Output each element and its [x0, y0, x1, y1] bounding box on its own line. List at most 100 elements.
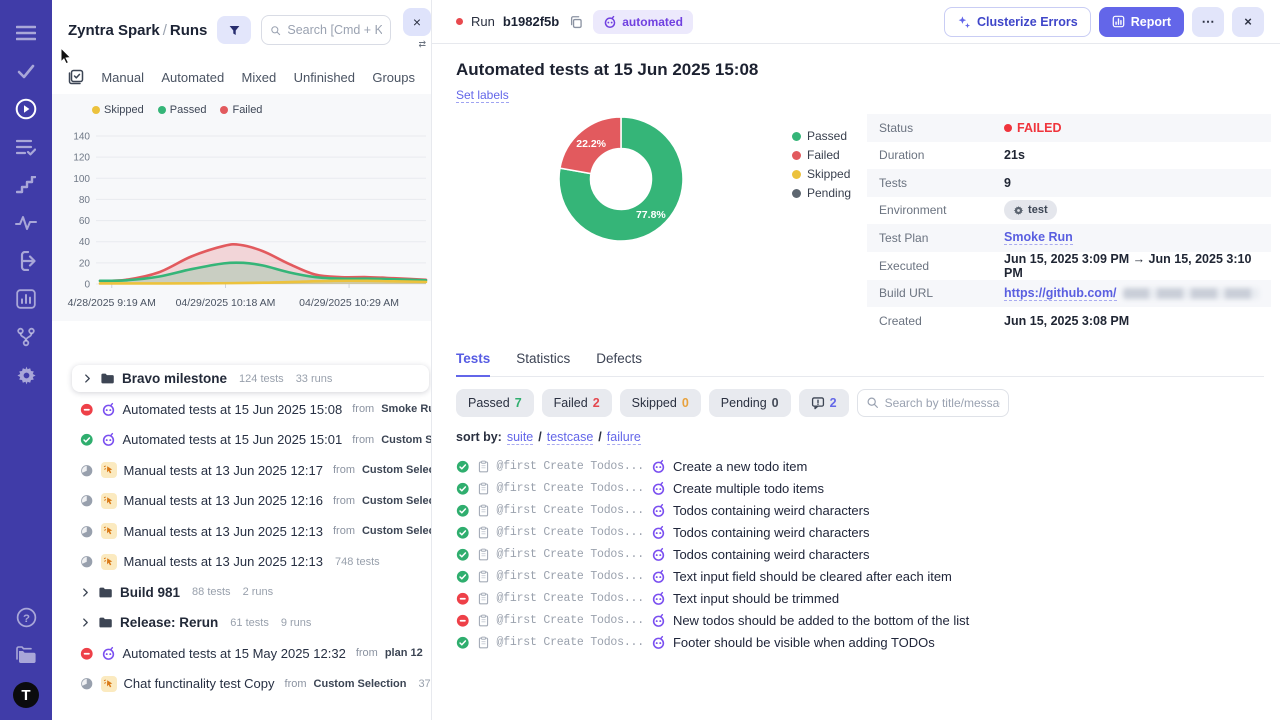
- donut-legend-failed[interactable]: Failed: [792, 147, 851, 163]
- test-row[interactable]: @first Create Todos...Text input should …: [456, 588, 1264, 610]
- panel-resize-handle[interactable]: ⇄: [418, 39, 426, 50]
- run-row[interactable]: Manual tests at 13 Jun 2025 12:17fromCus…: [52, 455, 431, 486]
- test-suite: @first Create Todos...: [497, 570, 644, 583]
- result-donut-chart: 77.8%22.2%: [556, 114, 686, 244]
- gear-icon[interactable]: [14, 363, 38, 387]
- donut-legend-passed[interactable]: Passed: [792, 128, 851, 144]
- filter-chip-comments[interactable]: 2: [799, 389, 849, 417]
- check-icon[interactable]: [14, 59, 38, 83]
- legend-item-skipped[interactable]: Skipped: [92, 104, 144, 116]
- donut-slice-label: 22.2%: [576, 138, 606, 150]
- copy-run-id-button[interactable]: [567, 13, 585, 31]
- legend-dot: [792, 151, 801, 160]
- status-value: FAILED: [1004, 121, 1061, 135]
- clipboard-icon: [477, 592, 490, 605]
- run-row[interactable]: Automated tests at 15 May 2025 12:32from…: [52, 638, 431, 669]
- more-button[interactable]: ⋯: [1192, 7, 1224, 37]
- clipboard-icon: [477, 614, 490, 627]
- test-suite: @first Create Todos...: [497, 482, 644, 495]
- list-check-icon[interactable]: [14, 135, 38, 159]
- play-circle-icon[interactable]: [14, 97, 38, 121]
- tab-statistics[interactable]: Statistics: [516, 351, 570, 376]
- test-plan-link[interactable]: Smoke Run: [1004, 230, 1073, 245]
- robot-icon: [651, 481, 666, 496]
- menu-icon[interactable]: [14, 21, 38, 45]
- clusterize-errors-button[interactable]: Clusterize Errors: [944, 7, 1091, 37]
- run-detail-header: Run b1982f5b automated Clusterize Errors…: [432, 0, 1280, 44]
- legend-dot: [220, 106, 228, 114]
- detail-label: Created: [879, 314, 1004, 328]
- runs-tab-mixed[interactable]: Mixed: [242, 70, 277, 85]
- test-row[interactable]: @first Create Todos...Todos containing w…: [456, 522, 1264, 544]
- test-row[interactable]: @first Create Todos...Footer should be v…: [456, 632, 1264, 654]
- close-run-button[interactable]: ×: [1232, 7, 1264, 37]
- from-source: Custom Selection: [362, 495, 431, 507]
- filter-chip-pending[interactable]: Pending0: [709, 389, 791, 417]
- tab-tests[interactable]: Tests: [456, 351, 490, 377]
- select-all-icon[interactable]: [68, 69, 84, 85]
- sort-by-label: sort by:: [456, 430, 502, 444]
- run-row[interactable]: Automated tests at 15 Jun 2025 15:08from…: [52, 394, 431, 425]
- legend-label: Failed: [807, 148, 840, 162]
- test-row[interactable]: @first Create Todos...Text input field s…: [456, 566, 1264, 588]
- chip-count: 0: [682, 396, 689, 410]
- runs-tab-manual[interactable]: Manual: [101, 70, 144, 85]
- test-row[interactable]: @first Create Todos...Create a new todo …: [456, 456, 1264, 478]
- chevron-right-icon[interactable]: [82, 373, 93, 384]
- svg-text:04/29/2025 10:18 AM: 04/29/2025 10:18 AM: [176, 297, 276, 309]
- legend-dot: [92, 106, 100, 114]
- set-labels-link[interactable]: Set labels: [456, 88, 509, 103]
- build-url-link[interactable]: https://github.com/: [1004, 286, 1116, 301]
- sort-by-suite[interactable]: suite: [507, 430, 533, 445]
- test-suite: @first Create Todos...: [497, 460, 644, 473]
- panel-close-button[interactable]: ×: [403, 8, 431, 36]
- sort-by-failure[interactable]: failure: [607, 430, 641, 445]
- from-label: from: [352, 434, 374, 446]
- logo-t[interactable]: T: [13, 682, 39, 708]
- bar-chart-icon[interactable]: [14, 287, 38, 311]
- run-label: Run: [471, 14, 495, 29]
- pulse-icon[interactable]: [14, 211, 38, 235]
- detail-label: Duration: [879, 148, 1004, 162]
- test-row[interactable]: @first Create Todos...Todos containing w…: [456, 500, 1264, 522]
- run-row[interactable]: Manual tests at 13 Jun 2025 12:13fromCus…: [52, 516, 431, 547]
- import-icon[interactable]: [14, 249, 38, 273]
- runs-tab-automated[interactable]: Automated: [161, 70, 224, 85]
- run-row[interactable]: Chat functinality test CopyfromCustom Se…: [52, 669, 431, 700]
- area-chart: 0204060801001201404/28/2025 9:19 AM04/29…: [52, 116, 432, 321]
- icon-sidebar: ? T: [0, 0, 52, 720]
- detail-label: Status: [879, 121, 1004, 135]
- report-button[interactable]: Report: [1099, 7, 1184, 37]
- chevron-right-icon[interactable]: [80, 587, 91, 598]
- test-row[interactable]: @first Create Todos...New todos should b…: [456, 610, 1264, 632]
- run-group-row[interactable]: Release: Rerun61 tests9 runs: [52, 608, 431, 639]
- legend-item-failed[interactable]: Failed: [220, 104, 262, 116]
- filter-chip-passed[interactable]: Passed7: [456, 389, 534, 417]
- runs-tab-groups[interactable]: Groups: [372, 70, 415, 85]
- run-group-row[interactable]: Build 98188 tests2 runs: [52, 577, 431, 608]
- test-row[interactable]: @first Create Todos...Create multiple to…: [456, 478, 1264, 500]
- help-icon[interactable]: ?: [14, 605, 38, 629]
- tab-defects[interactable]: Defects: [596, 351, 642, 376]
- filter-chip-failed[interactable]: Failed2: [542, 389, 612, 417]
- automated-badge-label: automated: [622, 15, 683, 29]
- run-row[interactable]: Manual tests at 13 Jun 2025 12:16fromCus…: [52, 486, 431, 517]
- filter-button[interactable]: [217, 16, 251, 44]
- chevron-right-icon[interactable]: [80, 617, 91, 628]
- project-name[interactable]: Zyntra Spark: [68, 22, 160, 39]
- folders-icon[interactable]: [14, 643, 38, 667]
- test-row[interactable]: @first Create Todos...Todos containing w…: [456, 544, 1264, 566]
- steps-icon[interactable]: [14, 173, 38, 197]
- sort-by-testcase[interactable]: testcase: [547, 430, 594, 445]
- run-row[interactable]: Automated tests at 15 Jun 2025 15:01from…: [52, 425, 431, 456]
- runs-search-input[interactable]: [287, 23, 382, 37]
- runs-tab-unfinished[interactable]: Unfinished: [294, 70, 355, 85]
- legend-item-passed[interactable]: Passed: [158, 104, 207, 116]
- filter-chip-skipped[interactable]: Skipped0: [620, 389, 701, 417]
- run-row[interactable]: Manual tests at 13 Jun 2025 12:13748 tes…: [52, 547, 431, 578]
- donut-legend-pending[interactable]: Pending: [792, 185, 851, 201]
- branch-icon[interactable]: [14, 325, 38, 349]
- run-group-row[interactable]: Bravo milestone124 tests33 runs: [72, 365, 429, 392]
- tests-search-input[interactable]: [885, 396, 1000, 410]
- donut-legend-skipped[interactable]: Skipped: [792, 166, 851, 182]
